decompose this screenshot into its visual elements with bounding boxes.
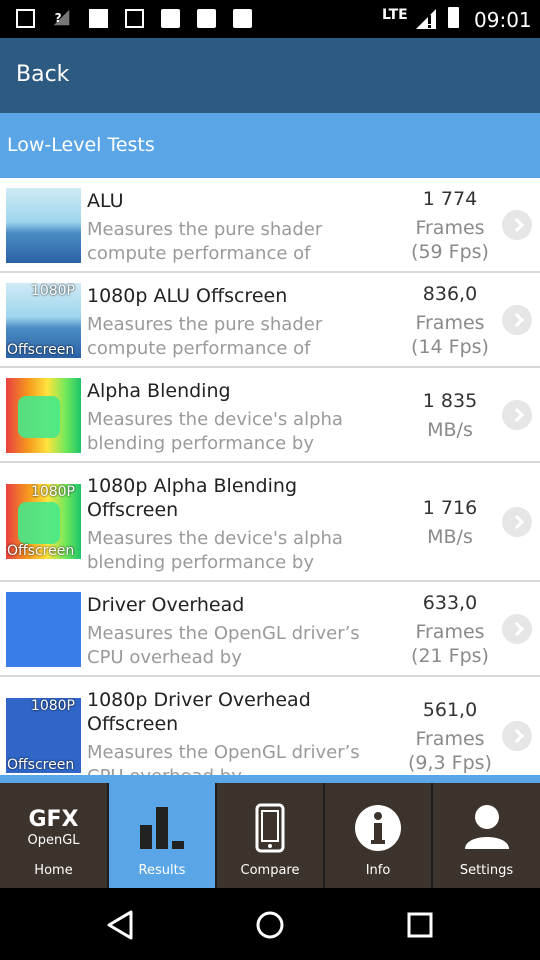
clock: 09:01: [474, 8, 532, 32]
test-row-driver-overhead[interactable]: Driver Overhead Measures the OpenGL driv…: [0, 582, 540, 677]
image-notification-icon: [16, 9, 35, 28]
tab-label: Home: [34, 863, 73, 878]
cell-signal-icon: [416, 9, 436, 29]
test-unit: Frames: [415, 217, 485, 239]
chevron-right-icon[interactable]: [502, 210, 532, 240]
test-score: 1 835: [422, 390, 478, 412]
test-row-alpha-blending-offscreen[interactable]: 1080P Offscreen 1080p Alpha Blending Off…: [0, 463, 540, 582]
clipboard-check-icon: [197, 9, 216, 28]
section-title: Low-Level Tests: [7, 134, 155, 156]
bar-chart-icon: [140, 807, 184, 849]
user-icon: [464, 805, 509, 849]
section-header: Low-Level Tests: [0, 113, 540, 178]
thumb-resolution-label: 1080P: [30, 484, 75, 500]
chevron-right-icon[interactable]: [502, 507, 532, 537]
tab-settings[interactable]: Settings: [433, 783, 540, 888]
test-score: 836,0: [422, 283, 478, 305]
bottom-tab-bar: GFX OpenGL Home Results Compare Info Set…: [0, 783, 540, 888]
alpha-blending-offscreen-thumbnail: 1080P Offscreen: [6, 484, 81, 559]
thumb-offscreen-label: Offscreen: [7, 757, 75, 773]
test-title: Driver Overhead: [87, 594, 245, 616]
tab-label: Results: [138, 863, 186, 878]
system-nav-bar: [0, 888, 540, 960]
status-bar: ? LTE 09:01: [0, 0, 540, 38]
tab-label: Settings: [459, 863, 514, 878]
driver-overhead-offscreen-thumbnail: 1080P Offscreen: [6, 698, 81, 773]
app-header: Back: [0, 38, 540, 113]
clipboard-check-icon: [161, 9, 180, 28]
test-unit: Frames: [415, 312, 485, 334]
test-title: ALU: [87, 190, 124, 212]
gfx-logo-icon: GFX: [28, 807, 79, 832]
test-score: 633,0: [422, 592, 478, 614]
test-row-driver-overhead-offscreen[interactable]: 1080P Offscreen 1080p Driver Overhead Of…: [0, 677, 540, 775]
tab-bar-divider: [0, 775, 540, 783]
test-description: Measures the pure shader compute perform…: [87, 314, 323, 359]
test-row-alpha-blending[interactable]: Alpha Blending Measures the device's alp…: [0, 368, 540, 463]
test-fps: (21 Fps): [411, 645, 489, 667]
test-score: 1 774: [422, 188, 478, 210]
test-unit: MB/s: [427, 419, 473, 441]
cast-notification-icon: [125, 9, 144, 28]
battery-icon: [448, 7, 459, 28]
tab-home[interactable]: GFX OpenGL Home: [0, 783, 107, 888]
tab-info[interactable]: Info: [325, 783, 431, 888]
alu-offscreen-thumbnail: 1080P Offscreen: [6, 283, 81, 358]
test-results-list[interactable]: ALU Measures the pure shader compute per…: [0, 178, 540, 775]
chevron-right-icon[interactable]: [502, 614, 532, 644]
thumb-resolution-label: 1080P: [30, 698, 75, 714]
home-nav-icon[interactable]: [255, 910, 285, 940]
test-fps: (14 Fps): [411, 336, 489, 358]
test-title: 1080p ALU Offscreen: [87, 285, 288, 307]
thumb-offscreen-label: Offscreen: [7, 543, 75, 559]
alpha-blending-thumbnail: [6, 378, 81, 453]
test-score: 561,0: [422, 699, 478, 721]
tab-label: Compare: [240, 863, 300, 878]
thumb-resolution-label: 1080P: [30, 283, 75, 299]
tab-label: Info: [365, 863, 391, 878]
recents-nav-icon[interactable]: [406, 911, 434, 939]
test-fps: (9,3 Fps): [408, 752, 492, 774]
test-title: 1080p Driver Overhead Offscreen: [87, 689, 311, 735]
test-unit: Frames: [415, 728, 485, 750]
chevron-right-icon[interactable]: [502, 721, 532, 751]
info-icon: [355, 805, 401, 851]
test-title: 1080p Alpha Blending Offscreen: [87, 475, 298, 521]
test-fps: (59 Fps): [411, 241, 489, 263]
test-score: 1 716: [422, 497, 478, 519]
test-description: Measures the OpenGL driver’s CPU overhea…: [87, 742, 360, 775]
phone-icon: [255, 803, 285, 853]
svg-text:?: ?: [55, 11, 62, 25]
test-title: Alpha Blending: [87, 380, 231, 402]
test-description: Measures the device's alpha blending per…: [87, 528, 343, 573]
clipboard-check-icon: [233, 9, 252, 28]
signal-off-icon: ?: [53, 9, 70, 26]
test-description: Measures the OpenGL driver’s CPU overhea…: [87, 623, 360, 668]
back-nav-icon[interactable]: [105, 910, 135, 940]
network-type-label: LTE: [382, 7, 408, 23]
test-unit: Frames: [415, 621, 485, 643]
square-notification-icon: [89, 9, 108, 28]
test-row-alu-offscreen[interactable]: 1080P Offscreen 1080p ALU Offscreen Meas…: [0, 273, 540, 368]
test-unit: MB/s: [427, 526, 473, 548]
test-description: Measures the device's alpha blending per…: [87, 409, 343, 454]
back-button[interactable]: Back: [16, 62, 69, 87]
tab-results[interactable]: Results: [109, 783, 215, 888]
tab-compare[interactable]: Compare: [217, 783, 323, 888]
chevron-right-icon[interactable]: [502, 400, 532, 430]
alu-thumbnail: [6, 188, 81, 263]
chevron-right-icon[interactable]: [502, 305, 532, 335]
driver-overhead-thumbnail: [6, 592, 81, 667]
test-description: Measures the pure shader compute perform…: [87, 219, 323, 264]
thumb-offscreen-label: Offscreen: [7, 342, 75, 358]
gfx-logo-subtitle: OpenGL: [27, 833, 80, 848]
test-row-alu[interactable]: ALU Measures the pure shader compute per…: [0, 178, 540, 273]
